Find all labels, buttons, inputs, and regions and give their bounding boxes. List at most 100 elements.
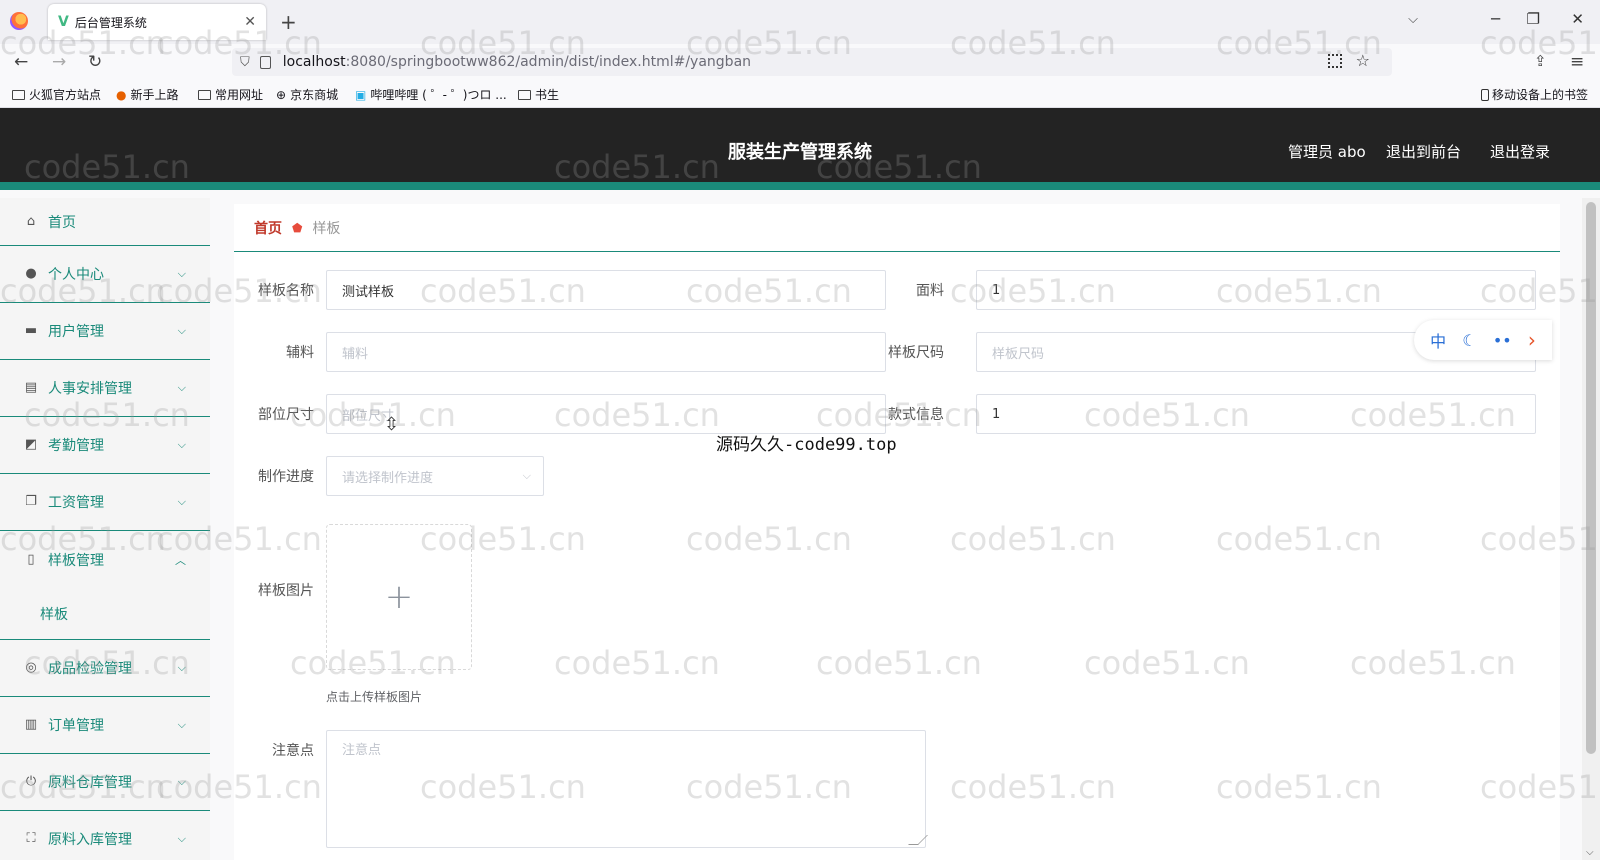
admin-user: 管理员 abo [1288, 143, 1366, 161]
restore-icon[interactable]: ❐ [1527, 10, 1540, 28]
home-icon: ⌂ [26, 213, 36, 229]
chevron-down-icon: ⌵ [177, 718, 186, 731]
page-scrollbar[interactable]: ⌵ [1582, 198, 1600, 860]
scroll-down-icon[interactable]: ⌵ [1586, 847, 1594, 858]
sidebar-item-users[interactable]: ▬ 用户管理 ⌵ [0, 303, 210, 360]
bookmark-item[interactable]: 火狐官方站点 [12, 86, 101, 103]
back-to-front-link[interactable]: 退出到前台 [1386, 141, 1461, 162]
image-upload-button[interactable]: + [326, 524, 472, 670]
back-icon[interactable]: ← [14, 52, 28, 72]
qr-code-icon[interactable] [1328, 54, 1342, 68]
power-icon: ⏻ [25, 774, 37, 789]
forward-icon[interactable]: → [52, 52, 66, 72]
main-content: 首页 ⬟ 样板 样板名称 测试样板 面料 1 辅料 辅料 样板尺码 样板尺码 部… [234, 204, 1560, 860]
sidebar-subitem-sample[interactable]: 样板 [0, 588, 210, 640]
bookmarks-bar: 火狐官方站点 ● 新手上路 常用网址 ⊕ 京东商城 ▣ 哔哩哔哩 ( ゜- ゜)つロ … [0, 80, 1600, 108]
breadcrumb-current: 样板 [312, 220, 341, 237]
vue-icon: V [58, 14, 69, 30]
bookmark-star-icon[interactable]: ☆ [1356, 51, 1370, 70]
style-info-input[interactable]: 1 [976, 394, 1536, 434]
chevron-down-icon: ⌵ [177, 495, 186, 508]
tab-list-icon[interactable]: ⌵ [1408, 12, 1418, 27]
sidebar-item-personal[interactable]: ● 个人中心 ⌵ [0, 246, 210, 303]
breadcrumb-separator-icon: ⬟ [292, 220, 303, 235]
browser-tab[interactable]: V 后台管理系统 ✕ [48, 4, 266, 40]
chevron-right-icon[interactable]: › [1528, 328, 1536, 352]
bookmark-item[interactable]: ● 新手上路 [116, 86, 179, 103]
new-tab-button[interactable]: + [280, 10, 297, 34]
clipboard-icon: ▤ [24, 380, 38, 395]
fabric-input[interactable]: 1 [976, 270, 1536, 310]
floating-toolbar: 中 ☾ •• › [1414, 320, 1552, 360]
barchart-icon: ▥ [24, 717, 38, 732]
folder-icon [12, 89, 25, 100]
sidebar-item-inspection[interactable]: ◎ 成品检验管理 ⌵ [0, 640, 210, 697]
folder-icon [518, 89, 531, 100]
upload-tip: 点击上传样板图片 [326, 690, 423, 704]
user-icon: ● [25, 266, 37, 281]
sidebar-item-warehouse[interactable]: ⏻ 原料仓库管理 ⌵ [0, 754, 210, 811]
chevron-down-icon: ⌵ [177, 324, 186, 337]
firefox-icon: ● [116, 87, 127, 102]
bilibili-icon: ▣ [355, 87, 367, 102]
dots-icon[interactable]: •• [1493, 331, 1512, 350]
scroll-thumb[interactable] [1586, 202, 1596, 754]
bookmark-item[interactable]: 书生 [518, 86, 559, 103]
notes-label: 注意点 [272, 743, 314, 759]
app-header: 服装生产管理系统 管理员 abo 退出到前台 退出登录 [0, 108, 1600, 190]
logout-link[interactable]: 退出登录 [1490, 141, 1550, 162]
sample-size-label: 样板尺码 [888, 345, 944, 361]
bookmark-item[interactable]: ▣ 哔哩哔哩 ( ゜- ゜)つロ ... [355, 86, 507, 103]
folder-icon [198, 89, 211, 100]
url-host: localhost [282, 54, 346, 70]
chart-icon: ◩ [24, 437, 38, 452]
notes-placeholder: 注意点 [342, 743, 382, 758]
sidebar-item-inbound[interactable]: ⛶ 原料入库管理 ⌵ [0, 811, 210, 860]
close-window-icon[interactable]: ✕ [1571, 10, 1584, 28]
bookmark-item[interactable]: ⊕ 京东商城 [276, 86, 338, 103]
sidebar-item-attendance[interactable]: ◩ 考勤管理 ⌵ [0, 417, 210, 474]
notes-textarea[interactable]: 注意点 [326, 730, 928, 848]
sidebar-item-salary[interactable]: ❐ 工资管理 ⌵ [0, 474, 210, 531]
reload-icon[interactable]: ↻ [88, 52, 102, 72]
sidebar-item-hr[interactable]: ▤ 人事安排管理 ⌵ [0, 360, 210, 417]
resize-handle-icon[interactable] [908, 835, 928, 845]
sidebar-item-home[interactable]: ⌂ 首页 [0, 198, 210, 246]
chevron-down-icon: ⌵ [177, 267, 186, 280]
part-size-input[interactable]: 部位尺寸 [326, 394, 886, 434]
moon-icon[interactable]: ☾ [1462, 331, 1476, 350]
briefcase-icon: ▬ [24, 323, 38, 338]
plus-icon: + [384, 577, 414, 617]
breadcrumb-home[interactable]: 首页 [254, 218, 282, 238]
extensions-icon[interactable]: ⇪ [1534, 52, 1547, 70]
chevron-down-icon: ⌵ [522, 469, 531, 482]
chevron-down-icon: ⌵ [177, 438, 186, 451]
copy-icon: ❐ [25, 494, 37, 509]
bookmark-item[interactable]: 常用网址 [198, 86, 263, 103]
progress-label: 制作进度 [258, 469, 314, 485]
sidebar: ⌂ 首页 ● 个人中心 ⌵ ▬ 用户管理 ⌵ ▤ 人事安排管理 ⌵ ◩ 考勤管理 ⌵ ❐ 工资管理 ⌵… [0, 198, 210, 860]
menu-icon[interactable]: ≡ [1570, 52, 1584, 72]
accessory-label: 辅料 [286, 345, 314, 361]
accessory-input[interactable]: 辅料 [326, 332, 886, 372]
progress-select[interactable]: 请选择制作进度 ⌵ [326, 456, 544, 496]
overlay-caption: 源码久久-code99.top [716, 435, 897, 455]
url-bar[interactable]: ⛉ localhost:8080/springbootww862/admin/d… [232, 48, 1392, 76]
browser-tab-bar: V 后台管理系统 ✕ + ⌵ ─ ❐ ✕ [0, 0, 1600, 44]
close-tab-icon[interactable]: ✕ [244, 14, 256, 30]
language-toggle[interactable]: 中 [1430, 328, 1446, 352]
progress-placeholder: 请选择制作进度 [342, 470, 434, 486]
globe-icon: ⊕ [276, 87, 287, 102]
sample-name-input[interactable]: 测试样板 [326, 270, 886, 310]
phone-icon: ▯ [27, 551, 35, 567]
sample-image-label: 样板图片 [258, 583, 314, 599]
chevron-down-icon: ⌵ [177, 381, 186, 394]
sidebar-item-orders[interactable]: ▥ 订单管理 ⌵ [0, 697, 210, 754]
compass-icon: ◎ [25, 660, 37, 675]
mobile-bookmarks[interactable]: 移动设备上的书签 [1480, 86, 1588, 103]
tab-title: 后台管理系统 [74, 15, 147, 30]
sample-name-label: 样板名称 [258, 283, 314, 299]
minimize-icon[interactable]: ─ [1491, 10, 1500, 28]
firefox-icon [10, 12, 28, 30]
sidebar-item-sample[interactable]: ▯ 样板管理 ︿ [0, 531, 210, 588]
